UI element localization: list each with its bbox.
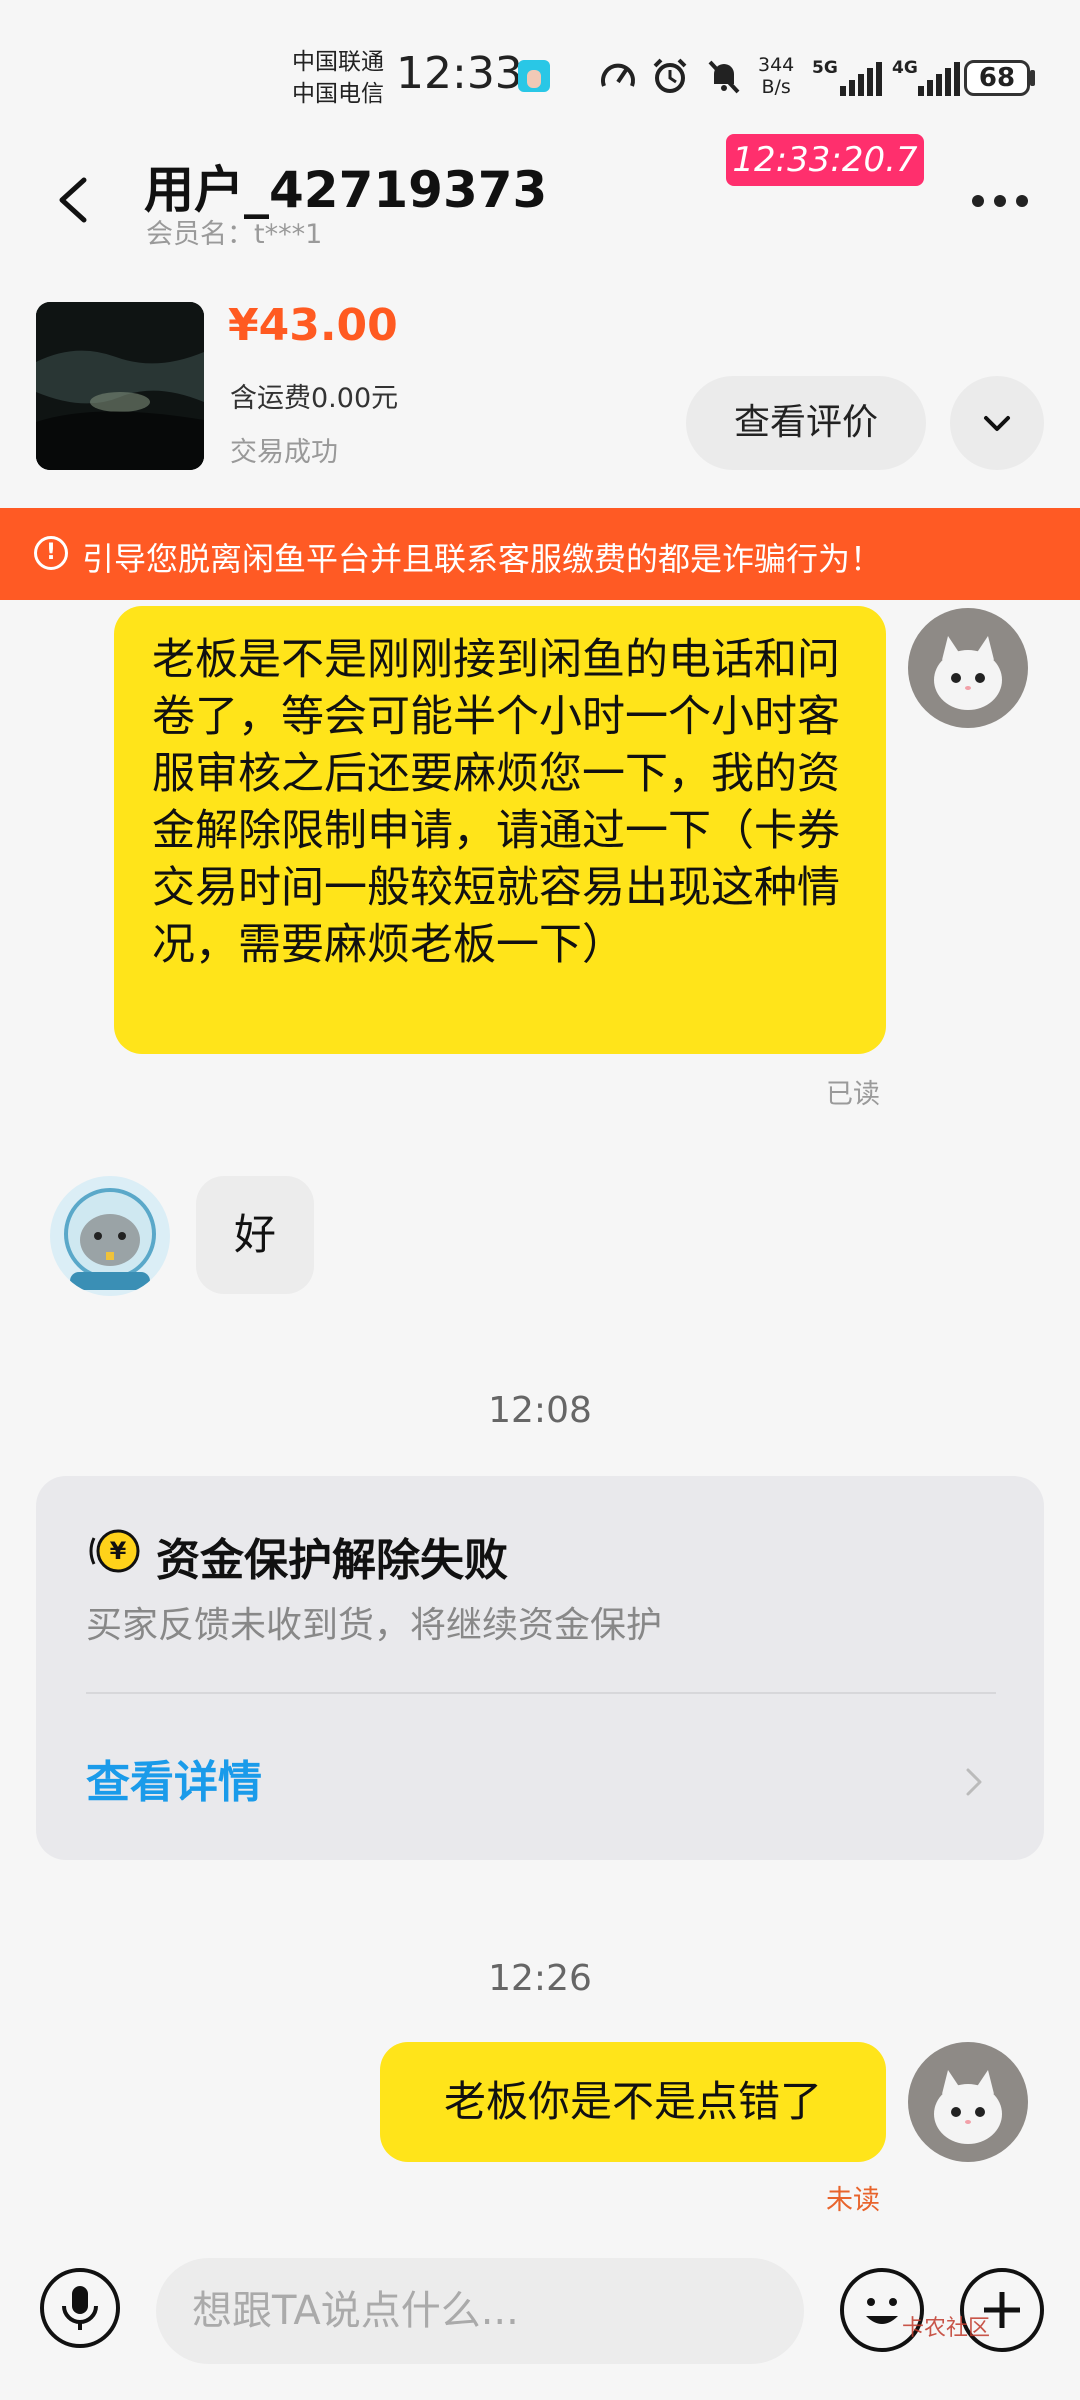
carrier-info: 中国联通 中国电信: [292, 46, 384, 110]
expand-button[interactable]: [950, 376, 1044, 470]
yuan-coin-icon: ¥: [89, 1529, 140, 1573]
incoming-message-bubble[interactable]: 好: [196, 1176, 314, 1294]
read-status: 已读: [826, 1079, 880, 1110]
net-type-2: 4G: [892, 58, 918, 78]
outgoing-message-bubble[interactable]: 老板你是不是点错了: [380, 2042, 886, 2162]
signal-5g-icon: [840, 62, 882, 96]
message-text: 老板你是不是点错了: [443, 2077, 822, 2126]
time-separator: 12:26: [488, 1958, 592, 1999]
net-speed-unit: B/s: [761, 76, 791, 98]
timer-badge: 12:33:20.7: [726, 134, 924, 186]
warning-text: 引导您脱离闲鱼平台并且联系客服缴费的都是诈骗行为！: [82, 540, 883, 578]
self-avatar[interactable]: [908, 2042, 1028, 2162]
shipping-fee: 含运费0.00元: [230, 383, 399, 414]
net-type-1: 5G: [812, 58, 838, 78]
status-bar: 中国联通 中国电信 12:33 344 B/s 5G 4G 68: [0, 0, 1080, 150]
fraud-warning-banner: ! 引导您脱离闲鱼平台并且联系客服缴费的都是诈骗行为！: [0, 508, 1080, 600]
chevron-down-icon: [984, 416, 1010, 431]
carrier-2: 中国电信: [292, 81, 384, 107]
fund-protection-card[interactable]: ¥ 资金保护解除失败 买家反馈未收到货，将继续资金保护 查看详情: [36, 1476, 1044, 1860]
app-notification-icon: [518, 60, 550, 92]
speedometer-icon: [601, 63, 635, 87]
card-divider: [86, 1692, 996, 1694]
card-title: 资金保护解除失败: [156, 1535, 508, 1586]
back-chevron-icon[interactable]: [46, 170, 106, 230]
outgoing-message-bubble[interactable]: 老板是不是刚刚接到闲鱼的电话和问卷了，等会可能半个小时一个小时客服审核之后还要麻…: [114, 606, 886, 1054]
warning-icon: !: [34, 536, 68, 570]
more-options-icon[interactable]: [972, 176, 1042, 226]
mute-bell-icon: [708, 60, 740, 94]
battery-icon: 68: [964, 60, 1030, 96]
voice-input-button[interactable]: [40, 2268, 120, 2348]
carrier-1: 中国联通: [292, 49, 384, 75]
time-separator: 12:08: [488, 1390, 592, 1431]
astronaut-cat-avatar-icon: [50, 1176, 170, 1296]
contact-avatar[interactable]: [50, 1176, 170, 1296]
signal-4g-icon: [918, 62, 960, 96]
self-avatar[interactable]: [908, 608, 1028, 728]
watermark: 卡农社区: [902, 2316, 991, 2341]
status-clock: 12:33: [396, 48, 523, 99]
card-subtitle: 买家反馈未收到货，将继续资金保护: [86, 1605, 663, 1646]
unread-status: 未读: [826, 2185, 880, 2216]
product-price: ¥43.00: [228, 300, 398, 351]
white-cat-avatar-icon: [908, 2042, 1028, 2162]
night-sky-image: [36, 302, 204, 470]
message-text: 好: [233, 1210, 276, 1259]
product-thumbnail[interactable]: [36, 302, 204, 470]
battery-tip: [1030, 70, 1035, 86]
message-input[interactable]: [156, 2258, 804, 2364]
microphone-icon: [62, 2286, 98, 2330]
trade-status: 交易成功: [230, 437, 338, 468]
chevron-right-icon: [966, 1768, 982, 1796]
net-speed-value: 344: [758, 54, 795, 76]
view-details-link[interactable]: 查看详情: [86, 1746, 262, 1810]
alarm-icon: [653, 58, 687, 93]
message-text: 老板是不是刚刚接到闲鱼的电话和问卷了，等会可能半个小时一个小时客服审核之后还要麻…: [152, 635, 840, 970]
white-cat-avatar-icon: [908, 608, 1028, 728]
member-name: 会员名：t***1: [146, 219, 323, 250]
svg-text:¥: ¥: [110, 1537, 127, 1565]
net-speed: 344 B/s: [758, 54, 794, 98]
view-review-button[interactable]: 查看评价: [686, 376, 926, 470]
